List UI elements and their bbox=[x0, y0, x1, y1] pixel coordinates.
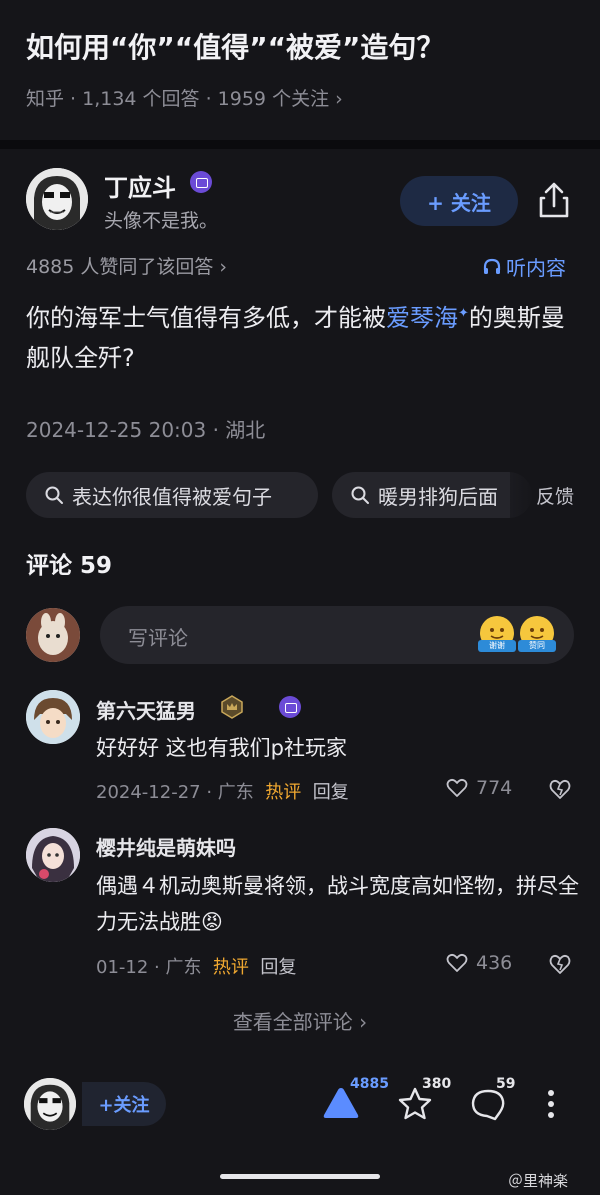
listen-button[interactable]: 听内容 bbox=[482, 252, 566, 281]
view-all-comments-link[interactable]: 查看全部评论 › bbox=[0, 1006, 600, 1035]
sparkle-icon: ✦ bbox=[458, 306, 469, 321]
commenter-avatar[interactable] bbox=[26, 828, 80, 882]
comment-like-count: 436 bbox=[476, 952, 513, 974]
bottom-follow-button[interactable]: +关注 bbox=[82, 1082, 166, 1126]
thanks-emoji-icon[interactable]: 谢谢 bbox=[478, 616, 516, 652]
answer-keyword-link[interactable]: 爱琴海 bbox=[386, 304, 458, 332]
author-bio: 头像不是我。 bbox=[104, 210, 219, 232]
question-title[interactable]: 如何用“你”“值得”“被爱”造句？ bbox=[26, 26, 444, 66]
comment-text: 好好好 这也有我们p社玩家 bbox=[96, 736, 348, 760]
home-indicator[interactable] bbox=[220, 1174, 380, 1179]
comment-count: 59 bbox=[496, 1076, 516, 1092]
answer-content: 你的海军士气值得有多低，才能被爱琴海✦的奥斯曼舰队全歼? bbox=[26, 294, 582, 378]
author-avatar[interactable] bbox=[26, 168, 88, 230]
comment-date: 2024-12-27 · 广东 bbox=[96, 782, 254, 803]
comments-title: 评论 59 bbox=[26, 553, 113, 579]
bottom-author-avatar[interactable] bbox=[24, 1078, 76, 1130]
follow-button[interactable]: + 关注 bbox=[400, 176, 518, 226]
search-chip-label: 表达你很值得被爱句子 bbox=[72, 484, 272, 509]
comment-input-placeholder: 写评论 bbox=[128, 626, 188, 650]
comment-meta: 2024-12-27 · 广东 热评 回复 bbox=[96, 778, 349, 804]
comment-bubble-icon[interactable] bbox=[470, 1088, 506, 1122]
reply-button[interactable]: 回复 bbox=[260, 957, 296, 978]
search-chip[interactable]: 暖男排狗后面 bbox=[332, 472, 532, 518]
my-avatar[interactable] bbox=[26, 608, 80, 662]
share-icon[interactable] bbox=[536, 180, 572, 220]
question-meta[interactable]: 知乎 · 1,134 个回答 · 1959 个关注 › bbox=[26, 84, 343, 111]
answer-likes-summary[interactable]: 4885 人赞同了该回答 › bbox=[26, 252, 227, 279]
search-icon bbox=[45, 486, 63, 504]
upvote-count: 4885 bbox=[350, 1076, 389, 1092]
comment-meta: 01-12 · 广东 热评 回复 bbox=[96, 953, 296, 979]
search-icon bbox=[351, 486, 369, 504]
favorite-count: 380 bbox=[422, 1076, 452, 1092]
listen-label: 听内容 bbox=[506, 256, 566, 280]
comment-like-button[interactable]: 774 bbox=[446, 777, 512, 799]
commenter-name[interactable]: 樱井纯是萌妹吗 bbox=[96, 832, 236, 861]
reply-button[interactable]: 回复 bbox=[313, 782, 349, 803]
author-name[interactable]: 丁应斗 bbox=[104, 168, 176, 203]
feedback-button[interactable]: 反馈 bbox=[510, 472, 600, 518]
commenter-name[interactable]: 第六天猛男 bbox=[96, 695, 196, 724]
hot-comment-tag: 热评 bbox=[265, 782, 302, 803]
watermark: ＠里神楽 bbox=[508, 1172, 569, 1190]
level-crown-icon bbox=[221, 695, 243, 719]
answer-datetime: 2024-12-25 20:03 · 湖北 bbox=[26, 418, 266, 442]
answer-text-before: 你的海军士气值得有多低，才能被 bbox=[26, 304, 386, 332]
search-chip-label: 暖男排狗后面 bbox=[378, 484, 498, 509]
broken-heart-icon[interactable] bbox=[548, 778, 572, 800]
more-options-icon[interactable] bbox=[544, 1088, 558, 1120]
commenter-avatar[interactable] bbox=[26, 690, 80, 744]
heart-icon bbox=[446, 778, 468, 797]
section-divider bbox=[0, 140, 600, 149]
comment-like-count: 774 bbox=[476, 777, 513, 799]
member-badge-icon bbox=[279, 696, 302, 718]
emoji-label: 谢谢 bbox=[478, 640, 516, 652]
agree-emoji-icon[interactable]: 赞同 bbox=[518, 616, 556, 652]
search-chip[interactable]: 表达你很值得被爱句子 bbox=[26, 472, 318, 518]
heart-icon bbox=[446, 953, 468, 972]
headphones-icon bbox=[483, 258, 501, 274]
broken-heart-icon[interactable] bbox=[548, 953, 572, 975]
comment-text: 偶遇４机动奥斯曼将领，战斗宽度高如怪物，拼尽全力无法战胜😡 bbox=[96, 874, 579, 934]
comment-like-button[interactable]: 436 bbox=[446, 952, 512, 974]
hot-comment-tag: 热评 bbox=[212, 957, 249, 978]
member-badge-icon bbox=[190, 171, 212, 193]
emoji-label: 赞同 bbox=[518, 640, 556, 652]
comment-date: 01-12 · 广东 bbox=[96, 957, 202, 978]
